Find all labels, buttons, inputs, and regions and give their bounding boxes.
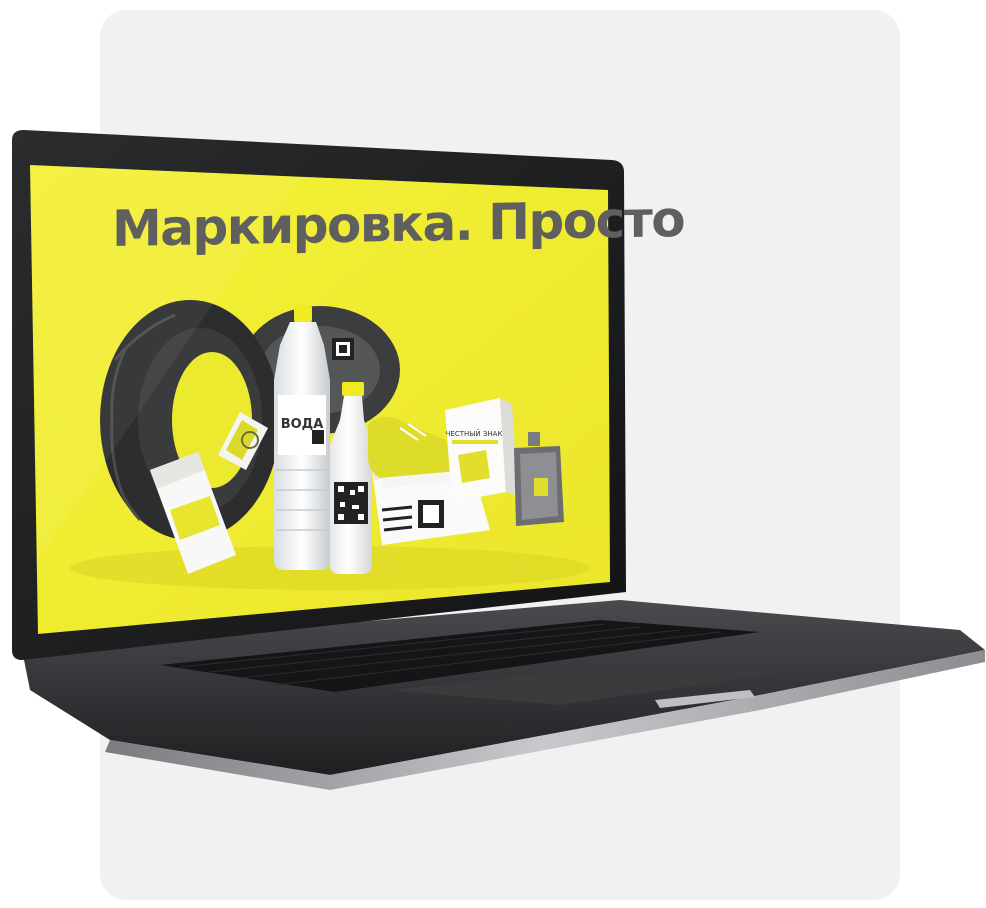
screen-headline: Маркировка. Просто: [112, 190, 685, 258]
water-bottle-icon: ВОДА: [274, 305, 330, 570]
laptop-illustration: ВОДА ЧЕСТНЫЙ ЗНАК: [12, 130, 985, 790]
water-label: ВОДА: [281, 417, 324, 432]
perfume-box-icon: ЧЕСТНЫЙ ЗНАК: [445, 398, 518, 502]
box-label: ЧЕСТНЫЙ ЗНАК: [446, 429, 503, 438]
